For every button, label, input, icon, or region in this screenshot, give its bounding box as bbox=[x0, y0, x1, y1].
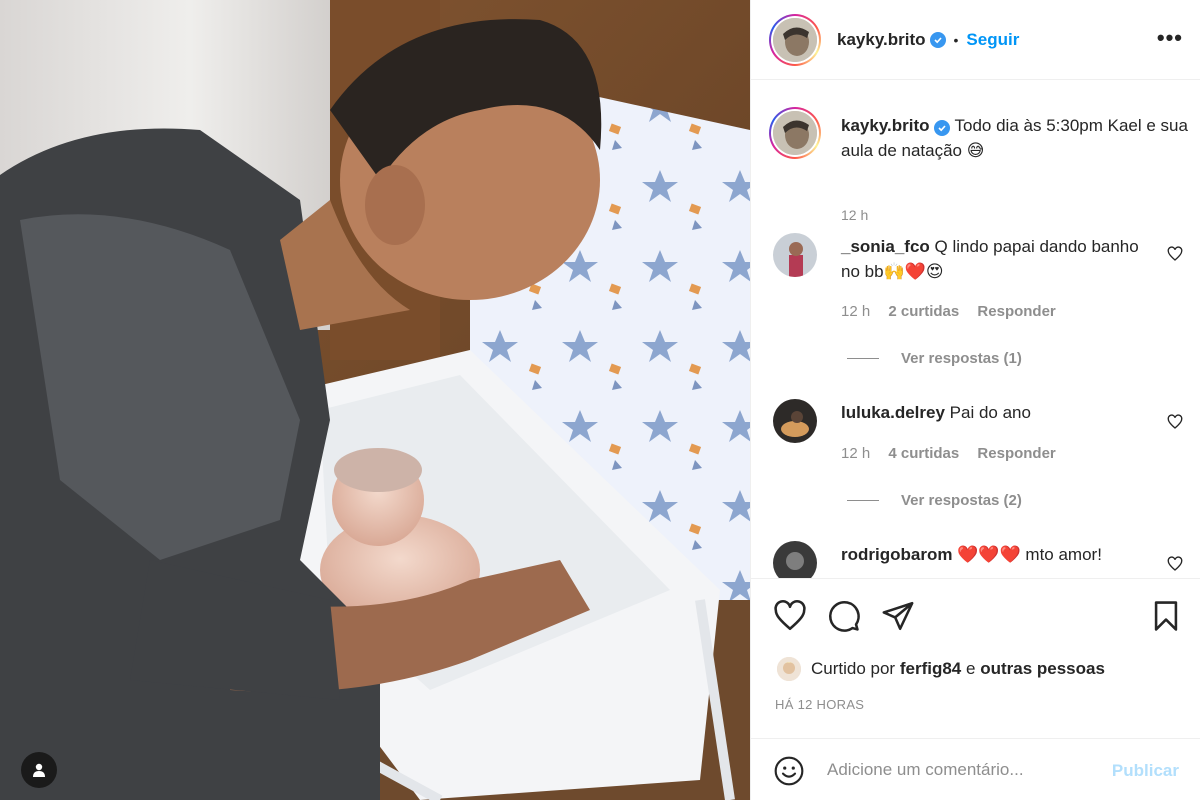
comment-input[interactable] bbox=[827, 753, 1097, 787]
comment-username[interactable]: _sonia_fco bbox=[841, 237, 930, 256]
liked-by: Curtido por ferfig84 e outras pessoas bbox=[777, 657, 1105, 681]
caption-time[interactable]: 12 h bbox=[841, 207, 868, 223]
verified-badge-icon bbox=[933, 120, 950, 136]
publish-button[interactable]: Publicar bbox=[1112, 761, 1179, 781]
photo-illustration bbox=[0, 0, 750, 800]
comment-icon[interactable] bbox=[827, 599, 861, 633]
more-options-icon[interactable]: ••• bbox=[1157, 27, 1183, 49]
author-username[interactable]: kayky.brito bbox=[837, 30, 926, 50]
commenter-avatar-image bbox=[773, 233, 817, 277]
comment-text: rodrigobarom ❤️❤️❤️ mto amor! bbox=[841, 542, 1141, 567]
comment-username[interactable]: rodrigobarom bbox=[841, 545, 952, 564]
comment-time[interactable]: 12 h bbox=[841, 303, 870, 320]
liked-by-conj: e bbox=[966, 659, 976, 678]
replies-divider bbox=[847, 358, 879, 359]
add-comment-bar: Publicar bbox=[751, 738, 1200, 800]
comment-body: ❤️❤️❤️ mto amor! bbox=[957, 545, 1102, 564]
view-replies-label: Ver respostas (1) bbox=[901, 350, 1022, 367]
comment-body: Pai do ano bbox=[949, 403, 1031, 422]
author-avatar-image bbox=[773, 17, 817, 62]
replies-divider bbox=[847, 500, 879, 501]
user-tag-icon bbox=[33, 763, 45, 777]
bookmark-icon[interactable] bbox=[1149, 599, 1183, 633]
commenter-avatar-image bbox=[773, 541, 817, 578]
view-replies-button[interactable]: Ver respostas (2) bbox=[847, 492, 1022, 509]
author-avatar[interactable] bbox=[769, 13, 821, 66]
caption-text: kayky.brito Todo dia às 5:30pm Kael e sua… bbox=[841, 113, 1191, 163]
post-side-panel: kayky.brito • Seguir ••• kayky.brito Tod… bbox=[750, 0, 1200, 800]
liker-avatar-image bbox=[777, 657, 801, 681]
view-replies-button[interactable]: Ver respostas (1) bbox=[847, 350, 1022, 367]
comment-meta: 12 h 2 curtidas Responder bbox=[841, 303, 1070, 320]
heart-icon[interactable] bbox=[773, 599, 807, 633]
comments-list[interactable]: kayky.brito Todo dia às 5:30pm Kael e sua… bbox=[751, 81, 1200, 578]
view-replies-label: Ver respostas (2) bbox=[901, 492, 1022, 509]
emoji-icon[interactable] bbox=[773, 755, 805, 787]
caption-username[interactable]: kayky.brito bbox=[841, 116, 930, 135]
verified-badge-icon bbox=[929, 31, 946, 48]
comment-likes[interactable]: 4 curtidas bbox=[888, 445, 959, 462]
separator-dot: • bbox=[953, 31, 959, 48]
comment-like-heart-icon[interactable] bbox=[1167, 556, 1183, 572]
commenter-avatar-image bbox=[773, 399, 817, 443]
caption-avatar-image bbox=[773, 111, 817, 155]
comment-time[interactable]: 12 h bbox=[841, 445, 870, 462]
post-header: kayky.brito • Seguir ••• bbox=[751, 0, 1200, 80]
reply-button[interactable]: Responder bbox=[977, 303, 1055, 320]
comment-text: _sonia_fco Q lindo papai dando banho no … bbox=[841, 234, 1141, 284]
liked-by-others[interactable]: outras pessoas bbox=[980, 659, 1105, 679]
commenter-avatar[interactable] bbox=[773, 541, 817, 578]
comment-likes[interactable]: 2 curtidas bbox=[888, 303, 959, 320]
reply-button[interactable]: Responder bbox=[977, 445, 1055, 462]
share-icon[interactable] bbox=[881, 599, 915, 633]
liked-by-user[interactable]: ferfig84 bbox=[900, 659, 961, 679]
commenter-avatar[interactable] bbox=[773, 399, 817, 443]
follow-button[interactable]: Seguir bbox=[966, 30, 1019, 50]
comment-like-heart-icon[interactable] bbox=[1167, 414, 1183, 430]
comment-username[interactable]: luluka.delrey bbox=[841, 403, 945, 422]
comment-text: luluka.delrey Pai do ano bbox=[841, 400, 1141, 425]
comment-like-heart-icon[interactable] bbox=[1167, 246, 1183, 262]
liked-by-prefix: Curtido por bbox=[811, 659, 896, 678]
comment-meta: 12 h 4 curtidas Responder bbox=[841, 445, 1070, 462]
post-photo[interactable] bbox=[0, 0, 750, 800]
post-timestamp[interactable]: HÁ 12 HORAS bbox=[775, 697, 864, 712]
post-actions: Curtido por ferfig84 e outras pessoas HÁ… bbox=[751, 578, 1200, 738]
user-tag-button[interactable] bbox=[21, 752, 57, 788]
caption-avatar[interactable] bbox=[769, 107, 821, 159]
commenter-avatar[interactable] bbox=[773, 233, 817, 277]
liker-avatar[interactable] bbox=[777, 657, 801, 681]
